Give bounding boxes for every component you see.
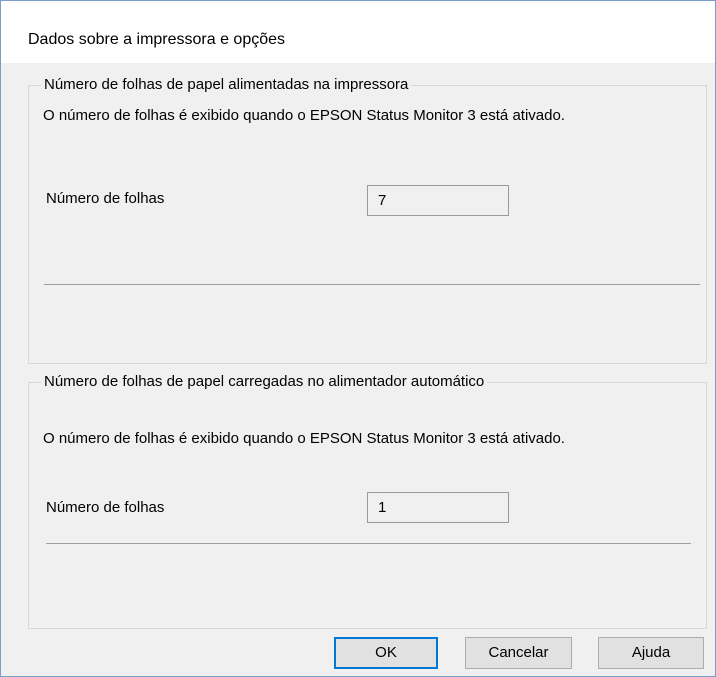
printer-sheets-group-legend: Número de folhas de papel alimentadas na… (41, 75, 412, 95)
dialog-window: Dados sobre a impressora e opções Número… (0, 0, 716, 677)
dialog-title: Dados sobre a impressora e opções (28, 31, 286, 48)
feeder-sheets-label: Número de folhas (46, 499, 165, 516)
title-bar[interactable]: Dados sobre a impressora e opções (1, 1, 715, 63)
printer-sheets-group: Número de folhas de papel alimentadas na… (28, 75, 707, 364)
feeder-group-separator (46, 543, 691, 544)
feeder-sheets-note: O número de folhas é exibido quando o EP… (43, 430, 565, 447)
feeder-sheets-group-legend: Número de folhas de papel carregadas no … (41, 372, 488, 392)
printer-group-separator (44, 284, 700, 285)
printer-sheets-field[interactable]: 7 (367, 185, 509, 216)
feeder-sheets-group: Número de folhas de papel carregadas no … (28, 372, 707, 629)
printer-sheets-label: Número de folhas (46, 190, 165, 207)
cancel-button[interactable]: Cancelar (465, 637, 572, 669)
ok-button[interactable]: OK (334, 637, 438, 669)
feeder-sheets-field[interactable]: 1 (367, 492, 509, 523)
printer-sheets-note: O número de folhas é exibido quando o EP… (43, 107, 565, 124)
help-button[interactable]: Ajuda (598, 637, 704, 669)
